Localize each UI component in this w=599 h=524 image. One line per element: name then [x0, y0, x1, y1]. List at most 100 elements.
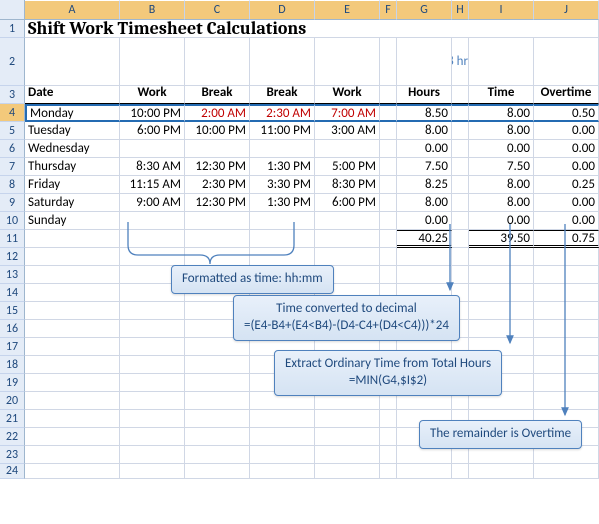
empty-cell[interactable]	[315, 38, 380, 86]
empty-cell[interactable]	[25, 248, 120, 266]
empty-cell[interactable]	[380, 266, 397, 284]
col-header-D[interactable]: D	[250, 0, 315, 20]
empty-cell[interactable]	[250, 38, 315, 86]
finish-work-cell[interactable]: 8:30 PM	[315, 176, 380, 194]
empty-cell[interactable]	[250, 230, 315, 248]
empty-cell[interactable]	[534, 392, 599, 410]
empty-cell[interactable]	[380, 104, 397, 122]
overtime-cell[interactable]: 0.25	[534, 176, 599, 194]
empty-cell[interactable]	[250, 464, 315, 479]
empty-cell[interactable]	[25, 410, 120, 428]
empty-cell[interactable]	[534, 374, 599, 392]
empty-cell[interactable]	[380, 248, 397, 266]
total-hours-cell[interactable]: 7.50	[397, 158, 452, 176]
empty-cell[interactable]	[185, 446, 250, 464]
select-all-corner[interactable]	[0, 0, 25, 20]
empty-cell[interactable]	[185, 392, 250, 410]
start-break-cell[interactable]: 2:00 AM	[185, 104, 250, 122]
empty-cell[interactable]	[120, 446, 185, 464]
empty-cell[interactable]	[534, 284, 599, 302]
empty-cell[interactable]	[452, 86, 469, 104]
empty-cell[interactable]	[397, 248, 452, 266]
empty-cell[interactable]	[120, 392, 185, 410]
empty-cell[interactable]	[120, 38, 185, 86]
day-cell[interactable]: Thursday	[25, 158, 120, 176]
finish-break-cell[interactable]: 3:30 PM	[250, 176, 315, 194]
sum-ordinary-time[interactable]: 39.50	[469, 230, 534, 248]
empty-cell[interactable]	[185, 38, 250, 86]
total-hours-cell[interactable]: 8.50	[397, 104, 452, 122]
col-header-C[interactable]: C	[185, 0, 250, 20]
start-break-cell[interactable]: 12:30 PM	[185, 158, 250, 176]
empty-cell[interactable]	[185, 428, 250, 446]
ordinary-hours-limit[interactable]: 8 hrs	[452, 38, 469, 86]
empty-cell[interactable]	[185, 374, 250, 392]
finish-work-cell[interactable]	[315, 140, 380, 158]
empty-cell[interactable]	[120, 320, 185, 338]
empty-cell[interactable]	[380, 230, 397, 248]
day-cell[interactable]: Friday	[25, 176, 120, 194]
empty-cell[interactable]	[25, 338, 120, 356]
total-hours-cell[interactable]: 0.00	[397, 212, 452, 230]
empty-cell[interactable]	[120, 248, 185, 266]
row-header[interactable]: 3	[0, 86, 25, 104]
row-header[interactable]: 4	[0, 104, 25, 122]
empty-cell[interactable]	[380, 410, 397, 428]
finish-break-cell[interactable]: 11:00 PM	[250, 122, 315, 140]
empty-cell[interactable]	[185, 410, 250, 428]
finish-break-cell[interactable]: 2:30 AM	[250, 104, 315, 122]
start-break-cell[interactable]: 2:30 PM	[185, 176, 250, 194]
empty-cell[interactable]	[315, 464, 380, 479]
start-work-cell[interactable]: 6:00 PM	[120, 122, 185, 140]
empty-cell[interactable]	[315, 446, 380, 464]
empty-cell[interactable]	[469, 38, 534, 86]
empty-cell[interactable]	[380, 194, 397, 212]
ordinary-time-cell[interactable]: 0.00	[469, 212, 534, 230]
empty-cell[interactable]	[25, 356, 120, 374]
row-header[interactable]: 23	[0, 446, 25, 464]
finish-break-cell[interactable]: 1:30 PM	[250, 158, 315, 176]
row-header[interactable]: 2	[0, 38, 25, 86]
empty-cell[interactable]	[25, 302, 120, 320]
empty-cell[interactable]	[250, 410, 315, 428]
empty-cell[interactable]	[469, 320, 534, 338]
finish-work-cell[interactable]: 5:00 PM	[315, 158, 380, 176]
day-cell[interactable]: Wednesday	[25, 140, 120, 158]
row-header[interactable]: 20	[0, 392, 25, 410]
row-header[interactable]: 17	[0, 338, 25, 356]
overtime-cell[interactable]: 0.00	[534, 140, 599, 158]
col-header-B[interactable]: B	[120, 0, 185, 20]
empty-cell[interactable]	[380, 428, 397, 446]
empty-cell[interactable]	[380, 86, 397, 104]
ordinary-time-cell[interactable]: 0.00	[469, 140, 534, 158]
finish-break-cell[interactable]: 1:30 PM	[250, 194, 315, 212]
col-header-J[interactable]: J	[534, 0, 599, 20]
day-cell[interactable]: Monday	[25, 104, 120, 122]
empty-cell[interactable]	[534, 302, 599, 320]
empty-cell[interactable]	[25, 38, 120, 86]
empty-cell[interactable]	[380, 464, 397, 479]
row-header[interactable]: 19	[0, 374, 25, 392]
finish-work-cell[interactable]: 7:00 AM	[315, 104, 380, 122]
empty-cell[interactable]	[452, 176, 469, 194]
start-break-cell[interactable]: 12:30 PM	[185, 194, 250, 212]
row-header[interactable]: 24	[0, 464, 25, 479]
row-header[interactable]: 9	[0, 194, 25, 212]
empty-cell[interactable]	[452, 464, 469, 479]
empty-cell[interactable]	[120, 410, 185, 428]
empty-cell[interactable]	[380, 212, 397, 230]
finish-break-cell[interactable]	[250, 140, 315, 158]
empty-cell[interactable]	[120, 374, 185, 392]
empty-cell[interactable]	[397, 38, 452, 86]
empty-cell[interactable]	[120, 230, 185, 248]
empty-cell[interactable]	[452, 266, 469, 284]
row-header[interactable]: 16	[0, 320, 25, 338]
col-header-I[interactable]: I	[469, 0, 534, 20]
empty-cell[interactable]	[250, 248, 315, 266]
ordinary-time-cell[interactable]: 7.50	[469, 158, 534, 176]
row-header[interactable]: 12	[0, 248, 25, 266]
empty-cell[interactable]	[120, 302, 185, 320]
ordinary-time-cell[interactable]: 8.00	[469, 194, 534, 212]
overtime-cell[interactable]: 0.00	[534, 194, 599, 212]
empty-cell[interactable]	[380, 158, 397, 176]
